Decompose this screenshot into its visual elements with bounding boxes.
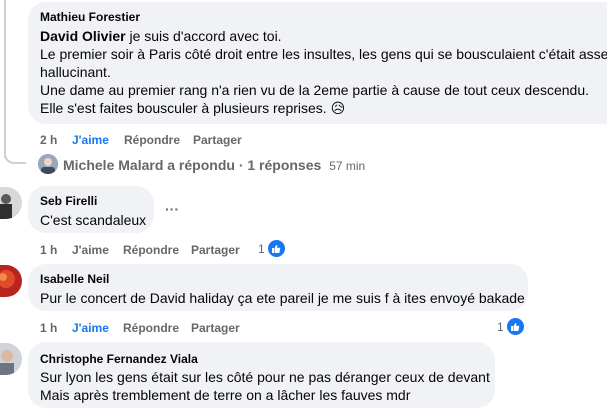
reaction-count[interactable]: 1 <box>258 239 286 258</box>
comment-text-line: C'est scandaleux <box>40 212 147 228</box>
thread-line <box>4 0 6 158</box>
reaction-number: 1 <box>497 319 504 334</box>
like-button[interactable]: J'aime <box>72 133 109 147</box>
reaction-count[interactable]: 1 <box>497 317 525 336</box>
share-button[interactable]: Partager <box>193 133 242 147</box>
comment-author[interactable]: Mathieu Forestier <box>40 10 140 24</box>
reply-button[interactable]: Répondre <box>124 133 180 147</box>
comment-text: David Olivier je suis d'accord avec toi. <box>40 27 282 45</box>
comment-text-line: Une dame au premier rang n'a rien vu de … <box>40 82 590 98</box>
thumbs-up-icon <box>505 317 525 336</box>
comment-time[interactable]: 2 h <box>40 133 57 147</box>
comment-author[interactable]: Isabelle Neil <box>40 272 109 286</box>
reply-summary-text[interactable]: Michele Malard a répondu · 1 réponses <box>63 157 321 173</box>
reply-summary[interactable]: Michele Malard a répondu · 1 réponses 57… <box>63 157 365 173</box>
comment-time[interactable]: 1 h <box>40 321 57 335</box>
comment-text-line: Elle s'est faites bousculer à plusieurs … <box>40 100 346 116</box>
comment-text-line: Le premier soir à Paris côté droit entre… <box>40 46 607 62</box>
reply-avatar[interactable] <box>38 154 58 174</box>
comment-time[interactable]: 1 h <box>40 243 57 257</box>
like-button[interactable]: J'aime <box>72 321 109 335</box>
comment-author[interactable]: Seb Firelli <box>40 194 97 208</box>
reply-button[interactable]: Répondre <box>123 243 179 257</box>
share-button[interactable]: Partager <box>191 321 240 335</box>
comment-text-line: hallucinant. <box>40 64 111 80</box>
more-options-icon[interactable]: ··· <box>165 201 179 217</box>
avatar[interactable] <box>0 343 22 375</box>
comment-text-line: Mais après tremblement de terre on a lâc… <box>40 387 411 403</box>
reaction-number: 1 <box>258 241 265 256</box>
reply-summary-time: 57 min <box>329 159 366 173</box>
comment-bubble: Seb Firelli C'est scandaleux <box>28 186 154 233</box>
thumbs-up-icon <box>266 239 286 258</box>
comment-bubble: Isabelle Neil Pur le concert de David ha… <box>28 264 528 311</box>
comment-text-line: Pur le concert de David haliday ça ete p… <box>40 290 525 306</box>
mention-link[interactable]: David Olivier <box>40 28 126 44</box>
thread-line-curve <box>4 146 26 164</box>
comment-bubble: Christophe Fernandez Viala Sur lyon les … <box>28 342 495 408</box>
like-button[interactable]: J'aime <box>72 243 109 257</box>
comment-author[interactable]: Christophe Fernandez Viala <box>40 352 198 366</box>
share-button[interactable]: Partager <box>191 243 240 257</box>
avatar[interactable] <box>0 187 22 219</box>
avatar[interactable] <box>0 265 22 297</box>
comment-bubble: Mathieu Forestier David Olivier je suis … <box>28 2 607 124</box>
comment-text-line: je suis d'accord avec toi. <box>125 28 282 44</box>
comment-text-line: Sur lyon les gens était sur les côté pou… <box>40 369 490 385</box>
reply-button[interactable]: Répondre <box>123 321 179 335</box>
